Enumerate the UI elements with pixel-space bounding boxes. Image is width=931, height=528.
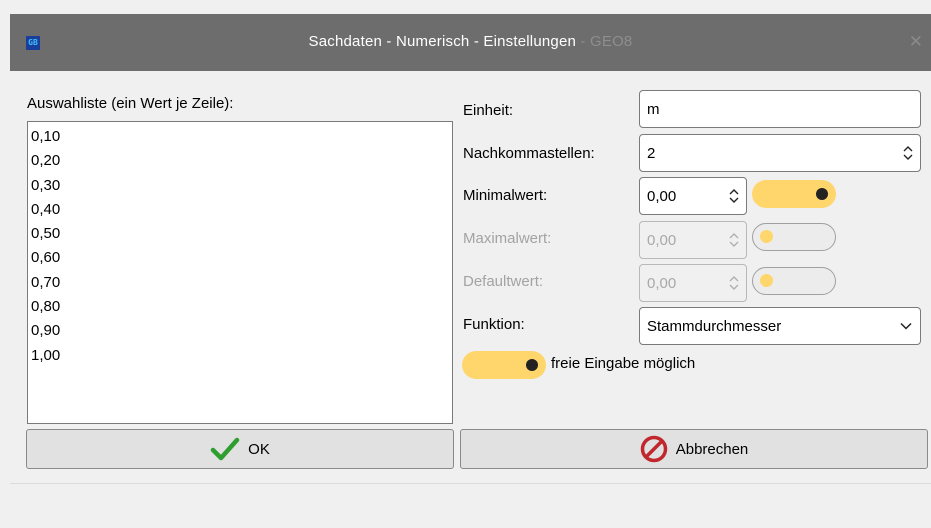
cancel-button-label: Abbrechen xyxy=(675,440,749,458)
checkmark-icon xyxy=(210,437,240,461)
spin-arrows-icon[interactable] xyxy=(902,144,914,162)
toggle-knob xyxy=(760,274,773,287)
window-title-text: Sachdaten - Numerisch - Einstellungen xyxy=(308,33,577,50)
defaultwert-value: 0,00 xyxy=(647,274,677,292)
toggle-knob xyxy=(760,230,773,243)
funktion-label: Funktion: xyxy=(463,316,525,333)
ok-button[interactable]: OK xyxy=(26,429,454,469)
window-title: Sachdaten - Numerisch - Einstellungen - … xyxy=(10,33,931,50)
list-item: 0,50 xyxy=(31,225,61,243)
title-bar[interactable]: GB Sachdaten - Numerisch - Einstellungen… xyxy=(10,14,931,71)
defaultwert-toggle[interactable] xyxy=(752,267,836,295)
spin-arrows-icon xyxy=(729,276,739,290)
einheit-label: Einheit: xyxy=(463,102,514,119)
maximalwert-value: 0,00 xyxy=(647,231,677,249)
minimalwert-value: 0,00 xyxy=(647,187,677,205)
defaultwert-label: Defaultwert: xyxy=(463,273,544,290)
toggle-knob xyxy=(526,359,538,371)
chevron-down-icon xyxy=(900,322,912,330)
list-item: 1,00 xyxy=(31,346,61,364)
list-item: 0,10 xyxy=(31,128,61,145)
nachkomma-value: 2 xyxy=(647,144,656,162)
maximalwert-spinbox[interactable]: 0,00 xyxy=(639,221,747,259)
spin-arrows-icon[interactable] xyxy=(728,187,740,205)
ok-button-label: OK xyxy=(248,440,270,458)
funktion-dropdown[interactable]: Stammdurchmesser xyxy=(639,307,921,345)
funktion-value: Stammdurchmesser xyxy=(647,317,782,335)
maximalwert-toggle[interactable] xyxy=(752,223,836,251)
nachkomma-label: Nachkommastellen: xyxy=(463,145,595,162)
einheit-value: m xyxy=(647,100,660,118)
minimalwert-toggle[interactable] xyxy=(752,180,836,208)
spin-arrows-icon xyxy=(729,233,739,247)
free-input-toggle[interactable] xyxy=(462,351,546,379)
nachkomma-spinbox[interactable]: 2 xyxy=(639,134,921,172)
toggle-knob xyxy=(816,188,828,200)
close-icon[interactable]: ✕ xyxy=(909,32,923,52)
list-label: Auswahliste (ein Wert je Zeile): xyxy=(27,95,234,112)
free-input-label: freie Eingabe möglich xyxy=(551,355,696,372)
value-list-textarea[interactable]: 0,10 0,20 0,30 0,40 0,50 0,60 0,70 0,80 0,90 1,00 xyxy=(27,121,453,424)
minimalwert-spinbox[interactable]: 0,00 xyxy=(639,177,747,215)
list-item: 0,60 xyxy=(31,249,61,267)
list-item: 0,20 xyxy=(31,152,61,170)
list-item: 0,90 xyxy=(31,322,61,340)
list-item: 0,80 xyxy=(31,298,61,316)
einheit-input[interactable]: m xyxy=(639,90,921,128)
status-bar xyxy=(10,483,931,528)
dialog-window: GB Sachdaten - Numerisch - Einstellungen… xyxy=(10,14,931,528)
list-item: 0,30 xyxy=(31,176,61,194)
maximalwert-label: Maximalwert: xyxy=(463,230,552,247)
cancel-button[interactable]: Abbrechen xyxy=(460,429,928,469)
minimalwert-label: Minimalwert: xyxy=(463,187,548,204)
prohibited-icon xyxy=(640,435,667,463)
defaultwert-spinbox[interactable]: 0,00 xyxy=(639,264,747,302)
list-item: 0,70 xyxy=(31,273,61,291)
window-title-app: - GEO8 xyxy=(576,33,633,50)
list-item: 0,40 xyxy=(31,200,61,218)
